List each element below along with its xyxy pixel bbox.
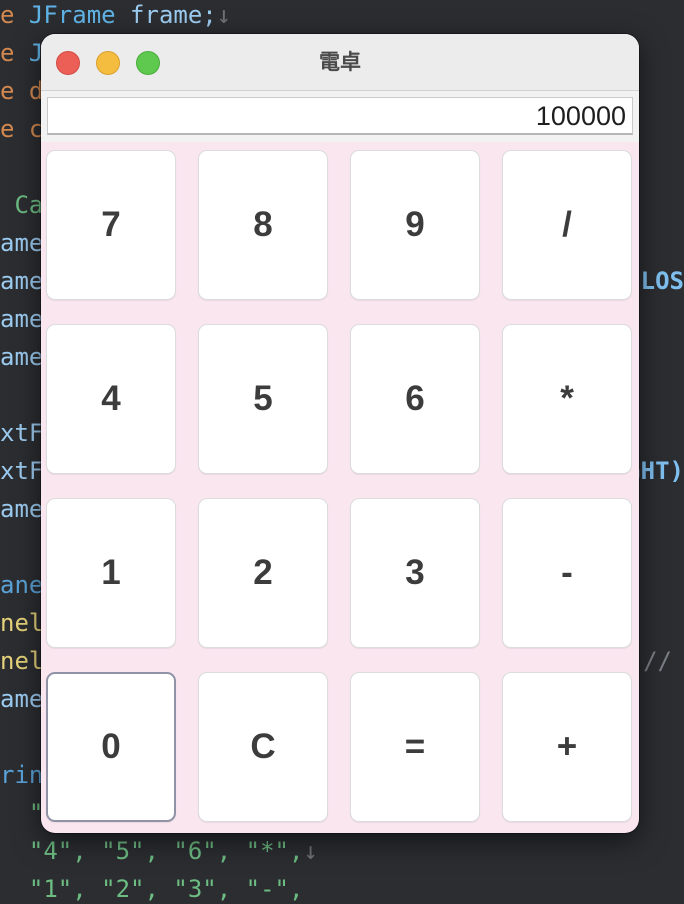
code-line: nel	[0, 646, 43, 676]
code-token: ame	[0, 343, 44, 371]
newline-marker: ↓	[303, 837, 318, 865]
key-5[interactable]: 5	[198, 324, 328, 474]
window-title: 電卓	[319, 50, 361, 74]
code-line: ame	[0, 304, 43, 334]
code-token: "4", "5", "6", "*",	[0, 837, 304, 865]
code-line: ame	[0, 684, 43, 714]
code-token: nel	[0, 609, 44, 637]
key-divide[interactable]: /	[502, 150, 632, 300]
key-add[interactable]: +	[502, 672, 632, 822]
code-token: "1", "2", "3", "-",	[0, 875, 304, 903]
display-area: 100000	[41, 91, 639, 142]
key-3[interactable]: 3	[350, 498, 480, 648]
calculator-window: 電卓 100000 7 8 9 / 4 5 6 * 1 2 3 - 0 C = …	[41, 34, 639, 833]
title-bar[interactable]: 電卓	[41, 34, 639, 91]
code-token: Ca	[0, 191, 44, 219]
code-token: ame	[0, 305, 44, 333]
calculator-display[interactable]: 100000	[47, 97, 633, 135]
key-clear[interactable]: C	[198, 672, 328, 822]
code-line: ame	[0, 342, 43, 372]
code-token: JFrame	[28, 1, 116, 29]
key-8[interactable]: 8	[198, 150, 328, 300]
keypad: 7 8 9 / 4 5 6 * 1 2 3 - 0 C = +	[41, 142, 639, 833]
code-line: ame	[0, 494, 43, 524]
code-line: "1", "2", "3", "-",	[0, 874, 304, 904]
code-token: ame	[0, 495, 44, 523]
code-token: e	[0, 39, 29, 67]
code-line: "4", "5", "6", "*",↓	[0, 836, 318, 866]
code-token: ame	[0, 685, 44, 713]
key-4[interactable]: 4	[46, 324, 176, 474]
code-token: ame	[0, 229, 44, 257]
code-token: "	[0, 799, 44, 827]
code-line: e JFrame frame;↓	[0, 0, 231, 30]
code-token: ane	[0, 571, 44, 599]
key-multiply[interactable]: *	[502, 324, 632, 474]
code-comment: //	[643, 647, 672, 675]
code-token: ame	[0, 267, 44, 295]
code-line: ane	[0, 570, 43, 600]
code-line: Ca	[0, 190, 43, 220]
code-token: e	[0, 77, 29, 105]
key-0[interactable]: 0	[46, 672, 176, 822]
key-1[interactable]: 1	[46, 498, 176, 648]
code-token: frame;	[115, 1, 217, 29]
code-line: nel	[0, 608, 43, 638]
code-token: e	[0, 1, 29, 29]
code-token: nel	[0, 647, 44, 675]
key-subtract[interactable]: -	[502, 498, 632, 648]
code-line: ame	[0, 228, 43, 258]
code-token: e	[0, 115, 29, 143]
key-2[interactable]: 2	[198, 498, 328, 648]
key-equals[interactable]: =	[350, 672, 480, 822]
key-9[interactable]: 9	[350, 150, 480, 300]
newline-marker: ↓	[216, 1, 232, 29]
key-6[interactable]: 6	[350, 324, 480, 474]
code-line: ame	[0, 266, 43, 296]
key-7[interactable]: 7	[46, 150, 176, 300]
